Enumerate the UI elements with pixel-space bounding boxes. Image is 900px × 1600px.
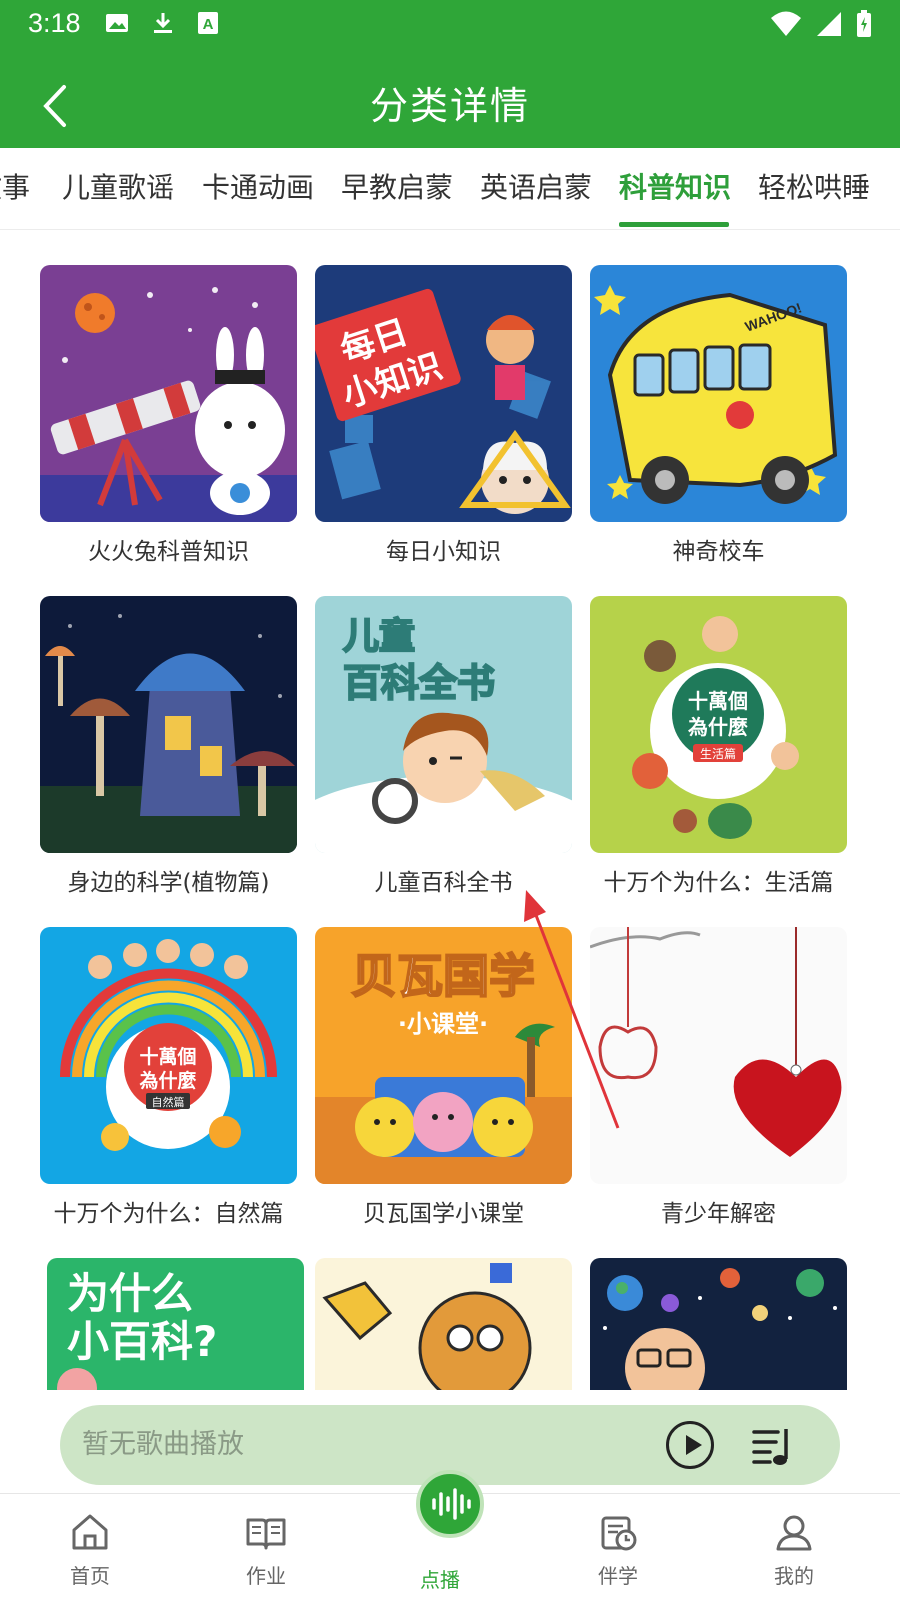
image-icon <box>106 14 128 32</box>
album-card[interactable]: 火火兔科普知识 <box>40 265 297 566</box>
svg-text:生活篇: 生活篇 <box>700 746 736 761</box>
svg-text:·小课堂·: ·小课堂· <box>398 1010 488 1038</box>
album-card[interactable]: 每日 小知识 每日小知识 <box>315 265 572 566</box>
album-card[interactable]: 儿童 百科全书 儿童百科全书 <box>315 596 572 897</box>
status-time: 3:18 <box>28 8 81 38</box>
tab-children-songs[interactable]: 儿童歌谣 <box>62 148 174 229</box>
nav-mine-label: 我的 <box>774 1564 814 1588</box>
album-title: 青少年解密 <box>661 1201 776 1227</box>
album-title: 火火兔科普知识 <box>88 539 249 565</box>
wifi-icon <box>771 11 801 36</box>
svg-text:为什么: 为什么 <box>67 1269 193 1318</box>
album-card[interactable]: WAHOO! 神奇校车 <box>590 265 847 566</box>
album-card[interactable]: 青少年解密 <box>590 927 847 1228</box>
nav-study-label: 伴学 <box>598 1564 638 1588</box>
album-cover <box>315 1258 572 1390</box>
user-icon <box>776 1515 812 1551</box>
tab-sleep[interactable]: 轻松哄睡 <box>758 148 870 229</box>
album-card[interactable]: 贝瓦国学 ·小课堂· 贝瓦国学小课堂 <box>315 927 572 1228</box>
app-header: 3:18 A 分类详情 <box>0 0 900 148</box>
calendar-clock-icon <box>601 1516 637 1551</box>
svg-text:百科全书: 百科全书 <box>343 661 495 705</box>
tab-science[interactable]: 科普知识 <box>619 148 731 229</box>
album-title: 贝瓦国学小课堂 <box>363 1201 524 1227</box>
svg-text:A: A <box>203 16 214 33</box>
album-card[interactable]: 十萬個 為什麼 自然篇 十万个为什么：自然篇 <box>40 927 297 1228</box>
album-cover: 每日 小知识 <box>315 265 572 522</box>
nav-homework[interactable]: 作业 <box>206 1494 326 1600</box>
album-cover <box>590 927 847 1184</box>
page-title: 分类详情 <box>369 84 530 128</box>
svg-text:儿童: 儿童 <box>343 615 415 657</box>
tab-stories[interactable]: 故事 <box>0 148 30 229</box>
album-cover <box>40 596 297 853</box>
signal-icon <box>817 12 841 36</box>
album-cover: 儿童 百科全书 <box>315 596 572 853</box>
svg-text:十萬個: 十萬個 <box>139 1045 196 1068</box>
playlist-icon[interactable] <box>750 1423 796 1469</box>
play-button[interactable] <box>666 1421 714 1469</box>
nav-study[interactable]: 伴学 <box>558 1494 678 1600</box>
album-cover: 为什么 小百科? <box>47 1258 304 1390</box>
svg-text:為什麼: 為什麼 <box>139 1069 196 1092</box>
album-cover <box>590 1258 847 1390</box>
album-title: 儿童百科全书 <box>374 870 513 896</box>
text-a-icon: A <box>198 12 218 34</box>
album-card[interactable] <box>315 1258 572 1390</box>
category-tab-bar: 故事 儿童歌谣 卡通动画 早教启蒙 英语启蒙 科普知识 轻松哄睡 <box>0 148 900 230</box>
svg-text:小百科?: 小百科? <box>67 1317 217 1366</box>
home-icon <box>72 1514 108 1550</box>
album-title: 十万个为什么：生活篇 <box>603 870 834 896</box>
tab-early-education[interactable]: 早教启蒙 <box>341 148 453 229</box>
active-tab-indicator <box>619 222 729 227</box>
album-title: 每日小知识 <box>386 539 501 565</box>
album-grid: 火火兔科普知识 每日 小知识 每日小知识 WAHOO! 神奇校车 身边的科学(植… <box>0 230 900 1390</box>
nav-play[interactable]: 点播 <box>380 1494 500 1600</box>
album-title: 神奇校车 <box>672 539 765 565</box>
nav-homework-label: 作业 <box>246 1564 286 1588</box>
album-card[interactable]: 身边的科学(植物篇) <box>40 596 297 897</box>
svg-text:十萬個: 十萬個 <box>688 689 748 713</box>
bottom-nav: 首页 作业 点播 伴学 我的 <box>0 1470 900 1600</box>
album-cover: 十萬個 為什麼 自然篇 <box>40 927 297 1184</box>
svg-text:為什麼: 為什麼 <box>688 715 748 739</box>
nav-mine[interactable]: 我的 <box>734 1494 854 1600</box>
tab-cartoon[interactable]: 卡通动画 <box>202 148 314 229</box>
battery-icon <box>857 10 871 37</box>
svg-text:自然篇: 自然篇 <box>152 1095 185 1109</box>
album-title: 十万个为什么：自然篇 <box>53 1201 284 1227</box>
album-card[interactable]: 为什么 小百科? <box>47 1258 304 1390</box>
album-cover <box>40 265 297 522</box>
album-cover: WAHOO! <box>590 265 847 522</box>
book-icon <box>246 1518 286 1550</box>
download-icon <box>154 13 172 33</box>
album-cover: 十萬個 為什麼 生活篇 <box>590 596 847 853</box>
tab-english[interactable]: 英语启蒙 <box>480 148 592 229</box>
nav-play-label: 点播 <box>420 1568 460 1592</box>
nav-home[interactable]: 首页 <box>30 1494 150 1600</box>
album-card[interactable]: 十萬個 為什麼 生活篇 十万个为什么：生活篇 <box>590 596 847 897</box>
player-status: 暂无歌曲播放 <box>82 1429 244 1460</box>
svg-text:贝瓦国学: 贝瓦国学 <box>351 949 535 1003</box>
nav-home-label: 首页 <box>70 1564 110 1588</box>
album-title: 身边的科学(植物篇) <box>67 870 270 896</box>
album-cover: 贝瓦国学 ·小课堂· <box>315 927 572 1184</box>
status-bar: 3:18 A <box>0 0 900 50</box>
album-card[interactable] <box>590 1258 847 1390</box>
